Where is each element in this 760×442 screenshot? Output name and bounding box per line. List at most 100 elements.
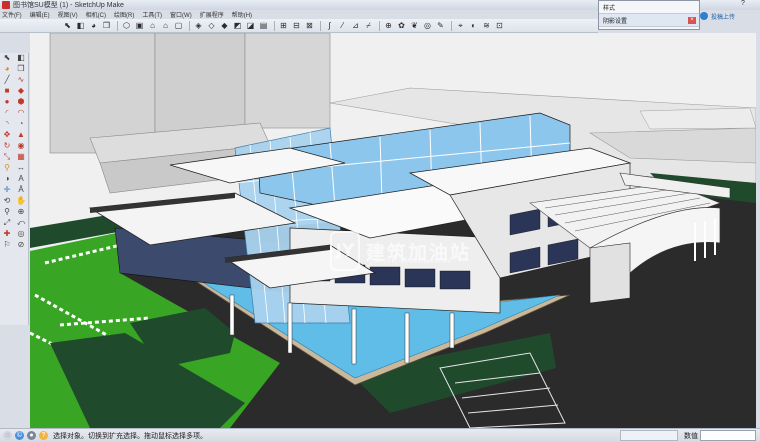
tray-shadows-label: 阴影设置 [603, 18, 628, 25]
extension-icon[interactable]: ✿ [396, 20, 407, 31]
front-view-icon[interactable]: ⌂ [147, 20, 158, 31]
wireframe-icon[interactable]: ◇ [206, 20, 217, 31]
zoom-extents-icon[interactable]: ⤢ [1, 218, 13, 228]
shadows-icon[interactable]: ◐ [468, 20, 479, 31]
upload-icon [700, 12, 708, 20]
offset-tool-icon[interactable]: ▦ [15, 152, 27, 162]
eraser-icon[interactable]: ◧ [75, 20, 86, 31]
toolbar-divider [117, 20, 118, 31]
menu-draw[interactable]: 绘图(R) [114, 10, 134, 19]
walk-tool-icon[interactable]: ⚐ [1, 240, 13, 250]
geo-location-icon[interactable]: ⌖ [455, 20, 466, 31]
fog-icon[interactable]: ≋ [481, 20, 492, 31]
paint-bucket-icon[interactable]: ◕ [88, 20, 99, 31]
menu-edit[interactable]: 编辑(E) [30, 10, 50, 19]
sandbox-detail-icon[interactable]: ⌿ [363, 20, 374, 31]
polygon-tool-icon[interactable]: ⬢ [15, 97, 27, 107]
geo-icon[interactable]: ◌ [3, 431, 12, 440]
zoom-window-icon[interactable]: ⊕ [15, 207, 27, 217]
xray-icon[interactable]: ◈ [193, 20, 204, 31]
zoom-tool-icon[interactable]: ⚲ [1, 207, 13, 217]
freehand-tool-icon[interactable]: ∿ [15, 75, 27, 85]
push-pull-tool-icon[interactable]: ▲ [15, 130, 27, 140]
line-tool-icon[interactable]: ╱ [1, 75, 13, 85]
menu-extensions[interactable]: 扩展程序 [200, 10, 224, 19]
tray-styles[interactable]: 样式 [599, 1, 699, 14]
tape-measure-icon[interactable]: ⚲ [1, 163, 13, 173]
watermark: JY 建筑加油站 jianzhujiayouzhan.com [330, 229, 520, 273]
rotate-tool-icon[interactable]: ↻ [1, 141, 13, 151]
text-tool-icon[interactable]: A [15, 174, 27, 184]
upload-button[interactable]: 投稿上传 [700, 11, 758, 21]
sandbox-stamp-icon[interactable]: ⁄ [337, 20, 348, 31]
axes-tool-icon[interactable]: ✛ [1, 185, 13, 195]
status-hint: 选择对象。切换到扩充选择。拖动鼠标选择多项。 [53, 432, 207, 440]
watermark-logo: JY [330, 231, 360, 271]
rectangle-tool-icon[interactable]: ■ [1, 86, 13, 96]
menu-view[interactable]: 视图(V) [58, 10, 78, 19]
dimension-tool-icon[interactable]: ↔ [15, 163, 27, 173]
arc-tool-icon[interactable]: ◜ [1, 108, 13, 118]
tray-shadows[interactable]: 阴影设置 × [599, 14, 699, 27]
make-component-icon[interactable]: ❒ [101, 20, 112, 31]
section-tool-icon[interactable]: ⊘ [15, 240, 27, 250]
protractor-tool-icon[interactable]: ◑ [1, 174, 13, 184]
fire-icon[interactable]: ❦ [409, 20, 420, 31]
menu-help[interactable]: 帮助(H) [232, 10, 252, 19]
model-viewport[interactable]: JY 建筑加油站 jianzhujiayouzhan.com [30, 33, 756, 428]
user-icon[interactable]: ● [27, 431, 36, 440]
watermark-url: jianzhujiayouzhan.com [370, 259, 452, 265]
section-fill-icon[interactable]: ⊠ [304, 20, 315, 31]
context-tower [154, 33, 246, 139]
hidden-line-icon[interactable]: ◆ [219, 20, 230, 31]
position-camera-icon[interactable]: ✚ [1, 229, 13, 239]
context-tower [244, 33, 331, 129]
paint-tool-icon[interactable]: ◕ [1, 64, 13, 74]
menu-window[interactable]: 窗口(W) [170, 10, 192, 19]
select-tool-icon[interactable]: ⬉ [1, 53, 13, 63]
sandbox-smoove-icon[interactable]: ∫ [324, 20, 335, 31]
iso-view-icon[interactable]: ⬡ [121, 20, 132, 31]
toolbar-divider [189, 20, 190, 31]
orbit-tool-icon[interactable]: ⟲ [1, 196, 13, 206]
default-tray: 样式 阴影设置 × [598, 0, 700, 30]
menu-tools[interactable]: 工具(T) [142, 10, 162, 19]
shaded-textures-icon[interactable]: ◪ [245, 20, 256, 31]
dimension-icon[interactable]: ⊡ [494, 20, 505, 31]
back-view-icon[interactable]: ▢ [173, 20, 184, 31]
target-icon[interactable]: ◎ [422, 20, 433, 31]
scale-tool-icon[interactable]: ⤡ [1, 152, 13, 162]
select-icon[interactable]: ⬉ [62, 20, 73, 31]
section-plane-icon[interactable]: ⊞ [278, 20, 289, 31]
3d-text-tool-icon[interactable]: Ä [15, 185, 27, 195]
toolbar-divider [379, 20, 380, 31]
style-icon[interactable]: ✎ [435, 20, 446, 31]
rotated-rect-tool-icon[interactable]: ◆ [15, 86, 27, 96]
measurements-input[interactable] [700, 430, 756, 441]
look-around-icon[interactable]: ◎ [15, 229, 27, 239]
follow-me-tool-icon[interactable]: ◉ [15, 141, 27, 151]
sandbox-drape-icon[interactable]: ⊿ [350, 20, 361, 31]
right-view-icon[interactable]: ⌂ [160, 20, 171, 31]
help-button[interactable]: ? [737, 0, 749, 9]
help-icon[interactable]: ? [39, 431, 48, 440]
monochrome-icon[interactable]: ▤ [258, 20, 269, 31]
top-view-icon[interactable]: ▣ [134, 20, 145, 31]
menu-file[interactable]: 文件(F) [2, 10, 22, 19]
component-tool-icon[interactable]: ❒ [15, 64, 27, 74]
pan-tool-icon[interactable]: ✋ [15, 196, 27, 206]
shaded-icon[interactable]: ◩ [232, 20, 243, 31]
previous-view-icon[interactable]: ⤺ [15, 218, 27, 228]
pie-tool-icon[interactable]: ◔ [15, 119, 27, 129]
circle-tool-icon[interactable]: ● [1, 97, 13, 107]
three-point-arc-icon[interactable]: ◝ [1, 119, 13, 129]
eraser-tool-icon[interactable]: ◧ [15, 53, 27, 63]
two-point-arc-icon[interactable]: ◠ [15, 108, 27, 118]
credits-icon[interactable]: © [15, 431, 24, 440]
section-cut-icon[interactable]: ⊟ [291, 20, 302, 31]
close-icon[interactable]: × [688, 16, 696, 24]
move-tool-icon[interactable]: ✥ [1, 130, 13, 140]
warehouse-icon[interactable]: ⊕ [383, 20, 394, 31]
upload-label: 投稿上传 [711, 14, 736, 21]
menu-camera[interactable]: 相机(C) [86, 10, 106, 19]
